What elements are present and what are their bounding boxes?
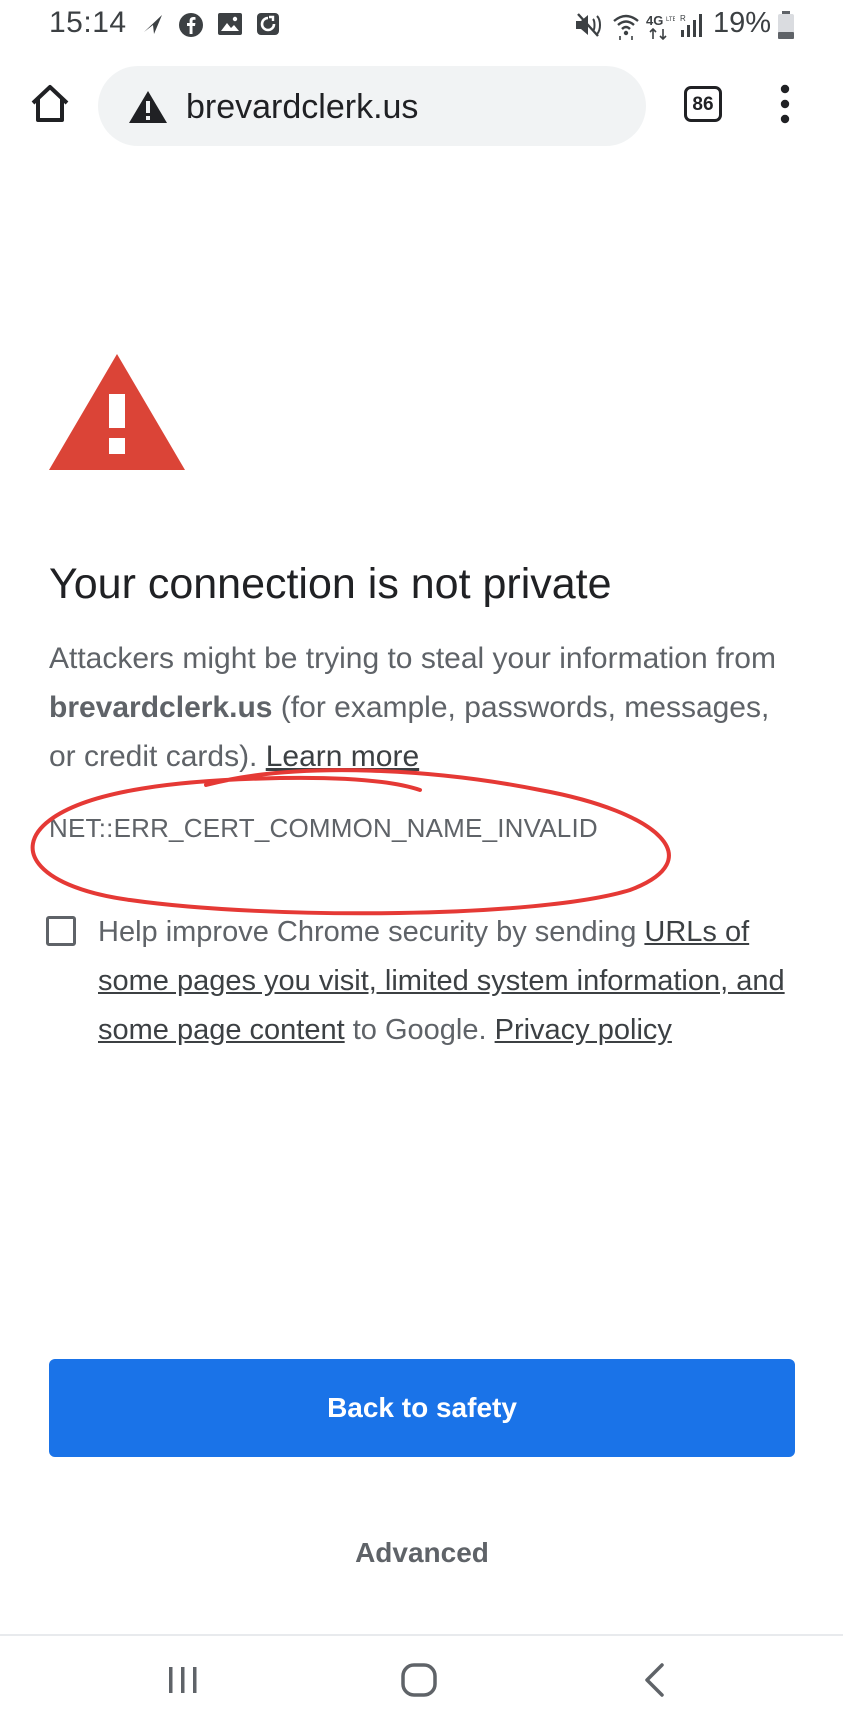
svg-text:4G: 4G (646, 13, 663, 28)
gallery-icon (218, 13, 242, 35)
error-code: NET::ERR_CERT_COMMON_NAME_INVALID (49, 813, 598, 843)
omnibox[interactable]: brevardclerk.us (98, 66, 646, 146)
svg-text:R: R (680, 14, 686, 23)
status-bar: 15:14 4G LTE R 19% (0, 0, 843, 52)
status-time: 15:14 (49, 6, 127, 39)
wifi-icon (613, 14, 639, 40)
url-text: brevardclerk.us (186, 88, 419, 126)
system-nav-bar (0, 1636, 843, 1732)
home-nav-icon[interactable] (400, 1662, 438, 1698)
back-icon[interactable] (640, 1662, 668, 1698)
facebook-icon (179, 13, 203, 37)
large-warning-icon (49, 354, 185, 470)
back-to-safety-button[interactable]: Back to safety (49, 1359, 795, 1457)
tab-switcher-icon[interactable]: 86 (684, 86, 722, 122)
signal-icon: R (680, 14, 702, 37)
battery-icon (778, 11, 794, 39)
opt-in-middle: to Google. (344, 1014, 495, 1046)
warning-description: Attackers might be trying to steal your … (49, 634, 789, 781)
app-notification-icon (257, 13, 279, 35)
recent-apps-icon[interactable] (165, 1662, 201, 1698)
more-vert-icon[interactable] (770, 82, 800, 126)
svg-text:LTE: LTE (666, 17, 675, 23)
privacy-policy-link[interactable]: Privacy policy (495, 1014, 672, 1046)
mute-icon (576, 13, 601, 37)
4g-lte-icon: 4G LTE (646, 13, 675, 40)
opt-in-text: Help improve Chrome security by sending … (98, 908, 798, 1055)
opt-in-checkbox[interactable] (46, 916, 76, 946)
description-intro: Attackers might be trying to steal your … (49, 642, 776, 675)
warning-triangle-icon[interactable] (128, 90, 168, 124)
learn-more-link[interactable]: Learn more (266, 740, 419, 773)
location-arrow-icon (144, 15, 162, 34)
site-domain: brevardclerk.us (49, 691, 273, 724)
opt-in-intro: Help improve Chrome security by sending (98, 916, 645, 948)
advanced-button[interactable]: Advanced (300, 1528, 544, 1578)
home-icon[interactable] (28, 82, 72, 126)
browser-toolbar: brevardclerk.us 86 (0, 62, 843, 146)
battery-percent: 19% (712, 7, 771, 39)
page-title: Your connection is not private (49, 560, 612, 608)
